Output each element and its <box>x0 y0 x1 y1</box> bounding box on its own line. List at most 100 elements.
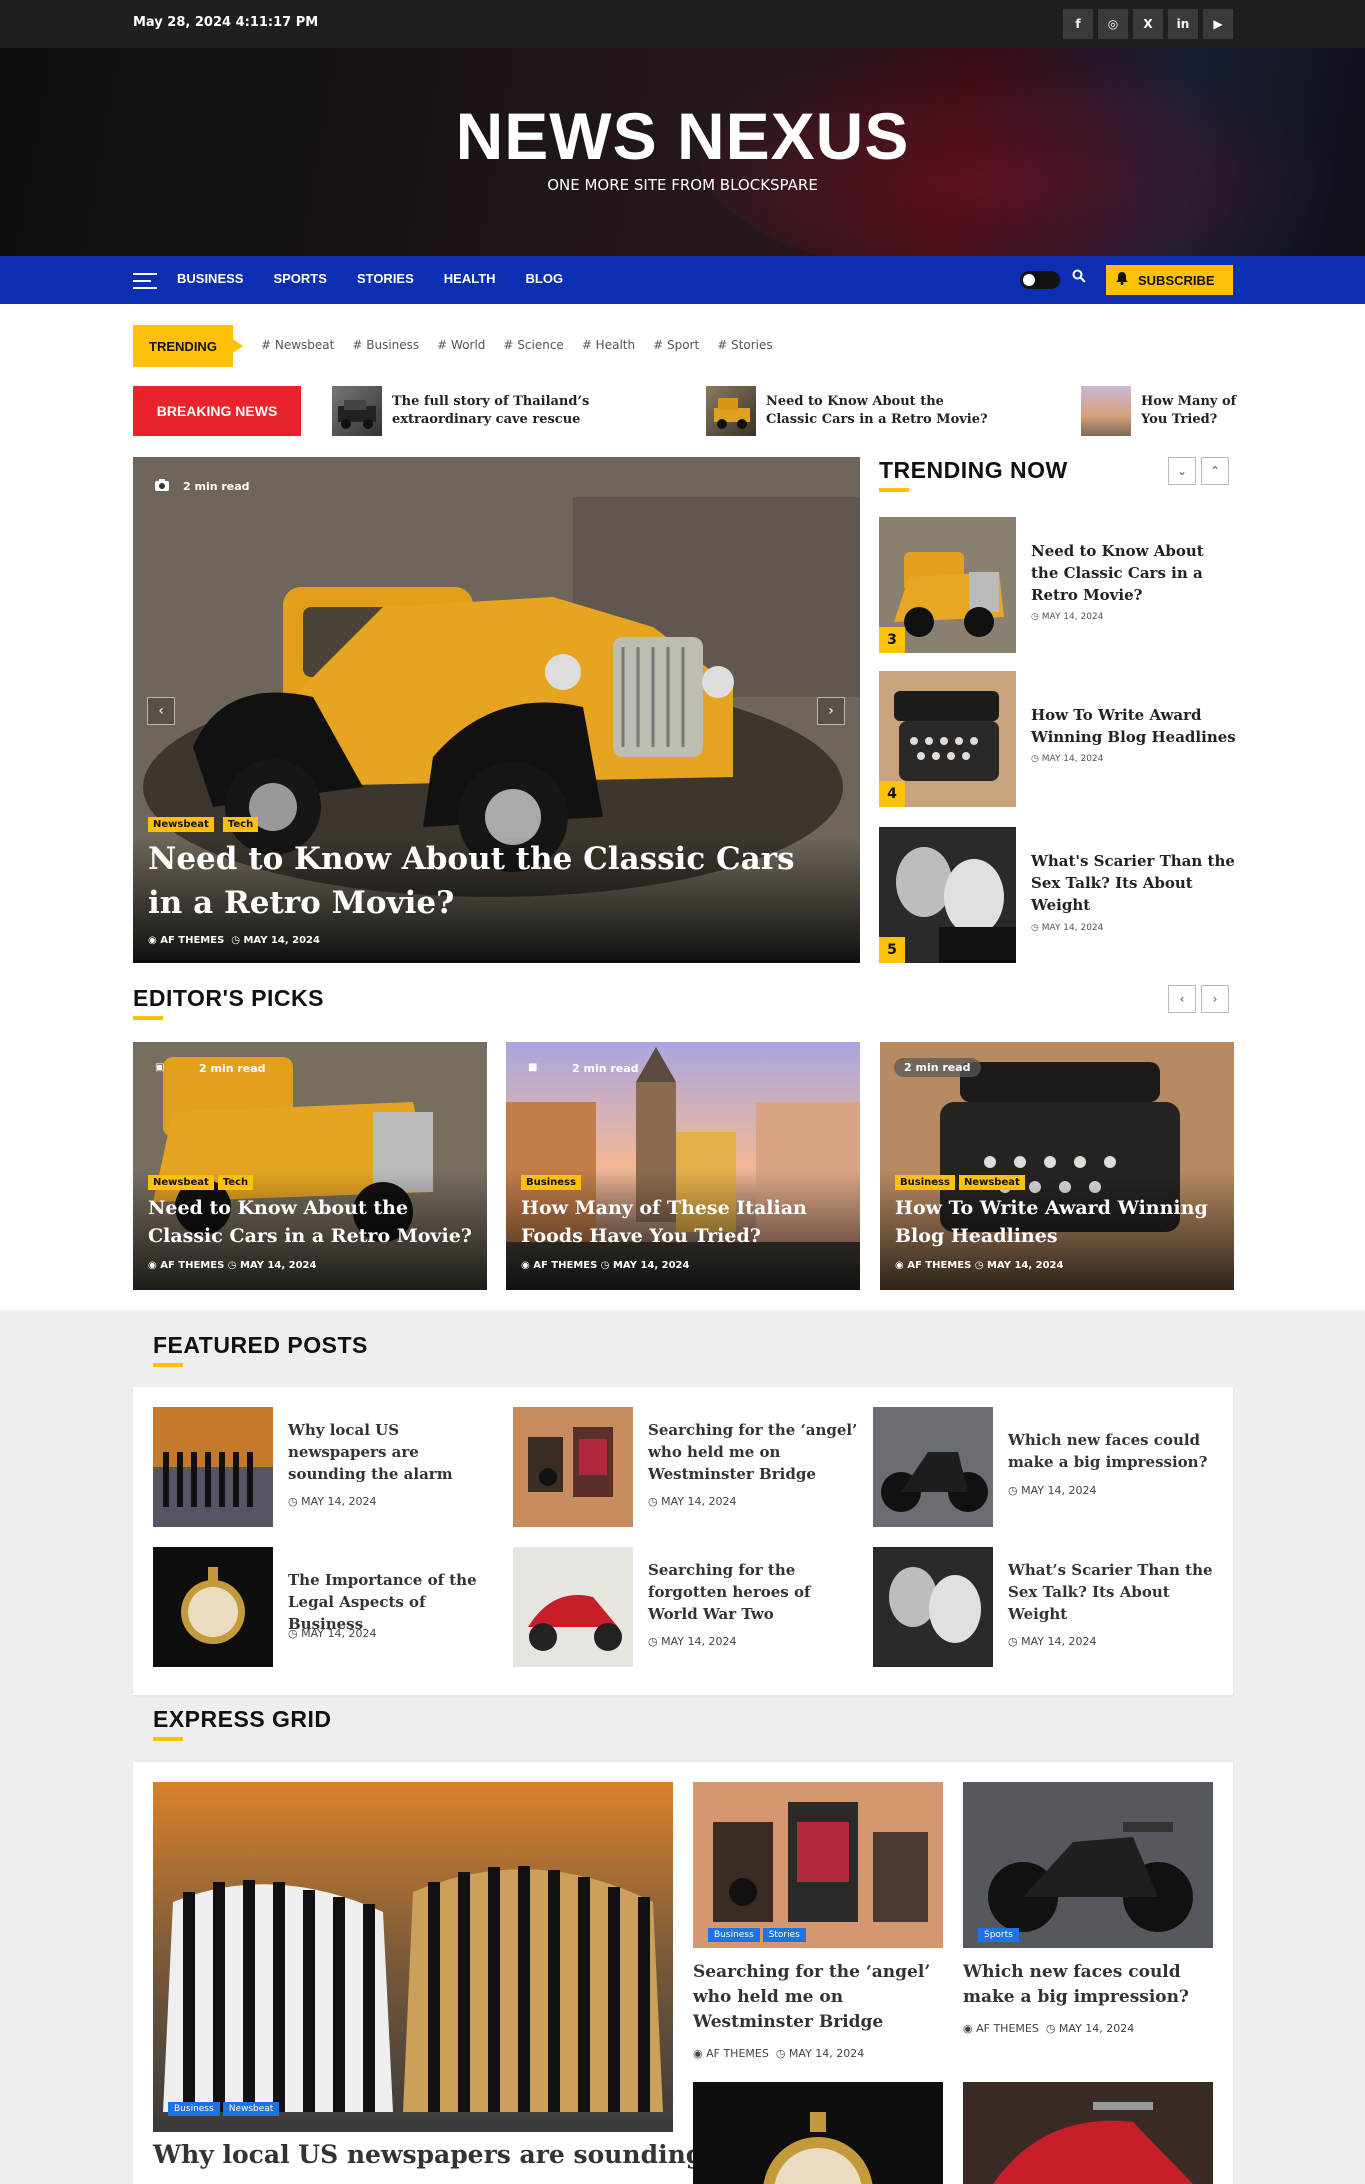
author[interactable]: AF THEMES <box>907 1260 971 1271</box>
featured-title: The Importance of the Legal Aspects of B… <box>288 1571 477 1633</box>
trending-up-button[interactable]: ⌃ <box>1201 457 1229 485</box>
express-card-image <box>963 2082 1213 2184</box>
express-card-title[interactable]: Which new faces could make a big impress… <box>963 1960 1213 2010</box>
x-icon[interactable]: X <box>1133 9 1163 39</box>
rank-number: 5 <box>879 937 905 963</box>
author[interactable]: AF THEMES <box>160 935 224 946</box>
featured-title: Searching for the ‘angel’ who held me on… <box>648 1421 858 1483</box>
picks-prev-button[interactable]: ‹ <box>1168 985 1196 1013</box>
trending-title: Need to Know About the Classic Cars in a… <box>1031 542 1204 604</box>
express-card-image <box>693 2082 943 2184</box>
trending-down-button[interactable]: ⌄ <box>1168 457 1196 485</box>
tag-link[interactable]: # Science <box>503 338 563 352</box>
post-date: ◷ MAY 14, 2024 <box>1031 612 1104 622</box>
tag-link[interactable]: # Stories <box>717 338 772 352</box>
subscribe-button[interactable]: SUBSCRIBE <box>1106 265 1233 295</box>
category-badge[interactable]: Tech <box>222 817 259 832</box>
category-badge[interactable]: Sports <box>978 1928 1019 1942</box>
hero-title[interactable]: Need to Know About the Classic Cars in a… <box>148 837 838 925</box>
trending-item[interactable]: 4 How To Write Award Winning Blog Headli… <box>879 671 1236 807</box>
featured-item[interactable]: Which new faces could make a big impress… <box>873 1407 1213 1527</box>
post-date: ◷ MAY 14, 2024 <box>1008 1635 1097 1648</box>
author[interactable]: AF THEMES <box>160 1260 224 1271</box>
masthead: NEWS NEXUS ONE MORE SITE FROM BLOCKSPARE <box>0 48 1365 256</box>
nav-item-stories[interactable]: STORIES <box>357 271 414 286</box>
camera-icon <box>155 479 169 494</box>
hero-slider[interactable]: 2 min read ‹ › Newsbeat Tech Need to Kno… <box>133 457 860 963</box>
pick-card[interactable]: ▣ 2 min read Newsbeat Tech Need to Know A… <box>133 1042 487 1290</box>
category-badge[interactable]: Business <box>521 1175 581 1190</box>
express-main-title[interactable]: Why local US newspapers are sounding <box>153 2140 703 2169</box>
author[interactable]: AF THEMES <box>976 2022 1039 2035</box>
picks-next-button[interactable]: › <box>1201 985 1229 1013</box>
express-card-title[interactable]: Searching for the ‘angel’ who held me on… <box>693 1960 943 2035</box>
nav-item-health[interactable]: HEALTH <box>444 271 496 286</box>
express-main-image <box>153 1782 673 2132</box>
featured-thumb <box>873 1547 993 1667</box>
featured-thumb <box>153 1547 273 1667</box>
breaking-item[interactable]: Need to Know About the Classic Cars in a… <box>706 386 996 436</box>
dark-mode-toggle[interactable] <box>1020 271 1060 289</box>
facebook-icon[interactable]: f <box>1063 9 1093 39</box>
tag-link[interactable]: # Sport <box>653 338 699 352</box>
nav-item-sports[interactable]: SPORTS <box>273 271 326 286</box>
pick-title[interactable]: Need to Know About the Classic Cars in a… <box>148 1194 478 1250</box>
pick-title[interactable]: How To Write Award Winning Blog Headline… <box>895 1194 1225 1250</box>
read-time: 2 min read <box>183 480 250 493</box>
lower-content: FEATURED POSTS Why local US newspapers a… <box>0 1310 1365 2184</box>
author[interactable]: AF THEMES <box>706 2047 769 2060</box>
tag-link[interactable]: # World <box>437 338 485 352</box>
tag-link[interactable]: # Business <box>352 338 419 352</box>
featured-item[interactable]: Why local US newspapers are sounding the… <box>153 1407 493 1527</box>
slider-prev-button[interactable]: ‹ <box>147 697 175 725</box>
category-badge[interactable]: Stories <box>762 1928 806 1942</box>
category-badge[interactable]: Newsbeat <box>222 2102 280 2116</box>
category-badge[interactable]: Newsbeat <box>148 817 214 832</box>
featured-item[interactable]: Searching for the forgotten heroes of Wo… <box>513 1547 853 1667</box>
breaking-item[interactable]: How Many of You Tried? <box>1081 386 1241 436</box>
site-logo[interactable]: NEWS NEXUS <box>0 98 1365 174</box>
pick-card[interactable]: 2 min read Business Newsbeat How To Write… <box>880 1042 1234 1290</box>
search-icon[interactable] <box>1072 269 1086 287</box>
pick-title[interactable]: How Many of These Italian Foods Have You… <box>521 1194 851 1250</box>
express-card[interactable]: Business Stories Searching for the ‘angel… <box>693 1782 943 2062</box>
tag-link[interactable]: # Newsbeat <box>261 338 334 352</box>
category-badge[interactable]: Business <box>895 1175 955 1190</box>
pick-card[interactable]: ■ 2 min read Business How Many of These … <box>506 1042 860 1290</box>
category-badge[interactable]: Business <box>168 2102 220 2116</box>
breaking-item[interactable]: The full story of Thailand’s extraordina… <box>332 386 622 436</box>
trending-label: TRENDING <box>133 325 243 367</box>
video-icon: ■ <box>528 1062 538 1073</box>
express-card[interactable]: Sports Which new faces could make a big … <box>963 1782 1213 2062</box>
trending-now: TRENDING NOW ⌄ ⌃ 3 Need to Know About th… <box>879 457 1236 963</box>
read-time: 2 min read <box>572 1062 639 1075</box>
trending-title: How To Write Award Winning Blog Headline… <box>1031 706 1236 746</box>
author[interactable]: AF THEMES <box>533 1260 597 1271</box>
bell-icon <box>1116 272 1128 288</box>
category-badge[interactable]: Tech <box>217 1175 254 1190</box>
featured-item[interactable]: What’s Scarier Than the Sex Talk? Its Ab… <box>873 1547 1213 1667</box>
nav-item-business[interactable]: BUSINESS <box>177 271 243 286</box>
featured-item[interactable]: Searching for the ‘angel’ who held me on… <box>513 1407 857 1527</box>
featured-item[interactable]: The Importance of the Legal Aspects of B… <box>153 1547 493 1667</box>
trending-item[interactable]: 5 What's Scarier Than the Sex Talk? Its … <box>879 827 1235 963</box>
category-badge[interactable]: Business <box>708 1928 760 1942</box>
trending-item[interactable]: 3 Need to Know About the Classic Cars in… <box>879 517 1233 653</box>
tag-link[interactable]: # Health <box>582 338 635 352</box>
nav-item-blog[interactable]: BLOG <box>526 271 564 286</box>
express-main-card[interactable]: Business Newsbeat Why local US newspapers… <box>153 1782 703 2184</box>
linkedin-icon[interactable]: in <box>1168 9 1198 39</box>
post-date: ◷ MAY 14, 2024 <box>288 1627 377 1640</box>
express-card[interactable] <box>693 2082 943 2184</box>
slider-next-button[interactable]: › <box>817 697 845 725</box>
breaking-news-ticker: BREAKING NEWS The full story of Thailand… <box>133 386 1236 438</box>
express-card[interactable] <box>963 2082 1213 2184</box>
editors-picks: EDITOR'S PICKS ‹ › ▣ 2 min read Newsbeat… <box>133 985 1234 1290</box>
instagram-icon[interactable]: ◎ <box>1098 9 1128 39</box>
youtube-icon[interactable]: ▶ <box>1203 9 1233 39</box>
read-time: 2 min read <box>199 1062 266 1075</box>
hamburger-menu-icon[interactable] <box>133 273 157 289</box>
category-badge[interactable]: Newsbeat <box>958 1175 1025 1190</box>
featured-thumb <box>513 1407 633 1527</box>
category-badge[interactable]: Newsbeat <box>148 1175 214 1190</box>
